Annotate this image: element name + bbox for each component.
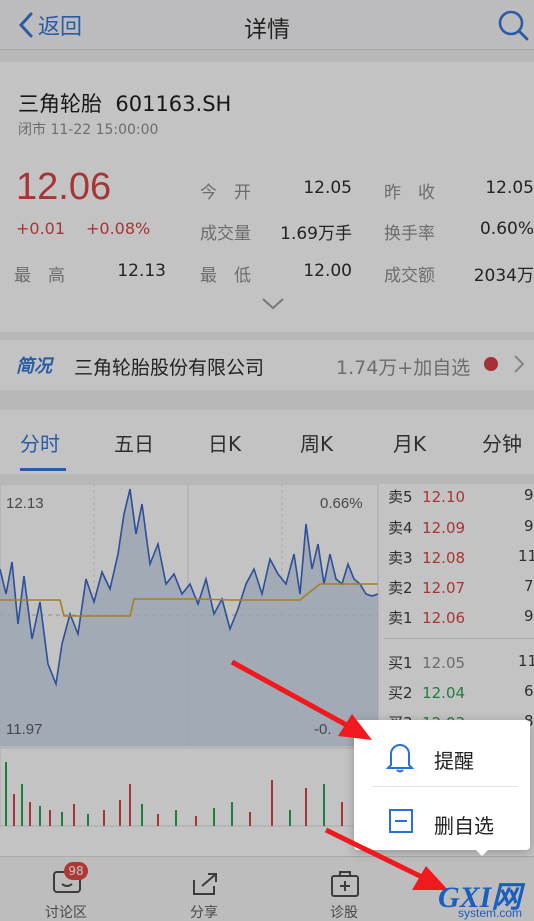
- annotation-arrows: [230, 659, 448, 890]
- watermark-logo: GXI网 system.com: [432, 872, 534, 921]
- arrow-head: [338, 714, 372, 740]
- arrow-line: [230, 659, 354, 731]
- watermark-subtext: system.com: [458, 906, 523, 920]
- arrow-line: [324, 827, 430, 883]
